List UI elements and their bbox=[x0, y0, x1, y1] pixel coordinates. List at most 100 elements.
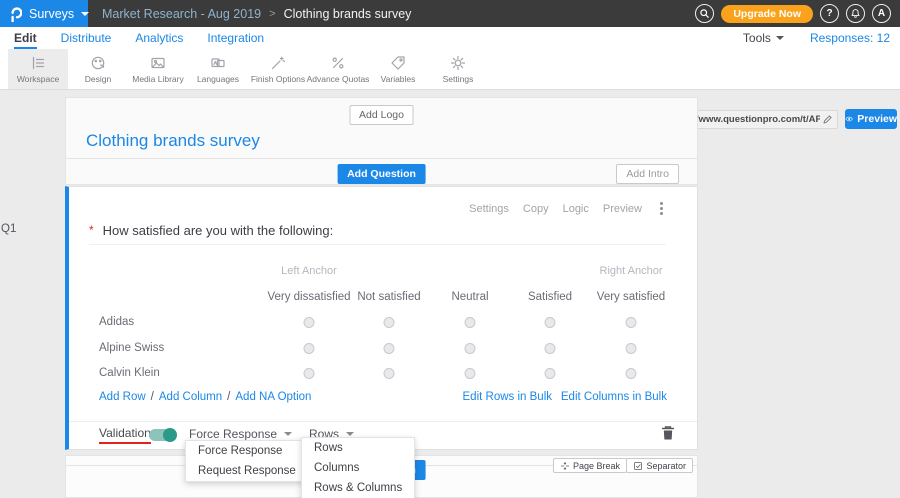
edit-rows-bulk-link[interactable]: Edit Rows in Bulk bbox=[463, 391, 552, 403]
menu-option-rows[interactable]: Rows bbox=[302, 438, 414, 458]
top-bar-actions: Upgrade Now ? A bbox=[695, 4, 900, 23]
palette-icon bbox=[89, 54, 107, 72]
page-break-icon bbox=[560, 461, 570, 471]
upgrade-now-button[interactable]: Upgrade Now bbox=[721, 5, 813, 23]
force-response-dropdown[interactable]: Force Response bbox=[189, 427, 292, 441]
breadcrumb-separator: > bbox=[269, 8, 275, 20]
radio-button[interactable] bbox=[304, 368, 315, 379]
required-asterisk: * bbox=[89, 223, 94, 237]
menu-option-rows-columns[interactable]: Rows & Columns bbox=[302, 478, 414, 498]
matrix-row-label[interactable]: Alpine Swiss bbox=[99, 342, 164, 354]
tools-dropdown[interactable]: Tools bbox=[743, 31, 784, 45]
add-column-link[interactable]: Add Column bbox=[159, 391, 222, 403]
chevron-down-icon bbox=[81, 12, 89, 20]
trash-icon bbox=[661, 425, 675, 441]
radio-button[interactable] bbox=[545, 343, 556, 354]
matrix-row-label[interactable]: Adidas bbox=[99, 316, 134, 328]
menu-option-request-response[interactable]: Request Response bbox=[186, 461, 308, 481]
question-text[interactable]: How satisfied are you with the following… bbox=[103, 223, 334, 238]
rows-validation-menu: Rows Columns Rows & Columns bbox=[301, 437, 415, 498]
radio-button[interactable] bbox=[545, 317, 556, 328]
separator-button[interactable]: Separator bbox=[626, 458, 693, 473]
image-icon bbox=[149, 54, 167, 72]
radio-button[interactable] bbox=[626, 317, 637, 328]
radio-button[interactable] bbox=[304, 343, 315, 354]
toolbar-item-settings[interactable]: Settings bbox=[428, 49, 488, 89]
top-bar: Surveys Market Research - Aug 2019 > Clo… bbox=[0, 0, 900, 27]
add-na-option-link[interactable]: Add NA Option bbox=[235, 391, 311, 403]
chevron-down-icon bbox=[284, 432, 292, 440]
validation-toggle[interactable] bbox=[149, 429, 175, 441]
more-options-icon[interactable] bbox=[656, 201, 667, 216]
product-switcher[interactable]: Surveys bbox=[0, 0, 88, 27]
bell-icon bbox=[850, 8, 861, 19]
workspace-icon bbox=[29, 54, 47, 72]
menu-item-distribute[interactable]: Distribute bbox=[61, 27, 112, 49]
menu-item-analytics[interactable]: Analytics bbox=[135, 27, 183, 49]
toolbar-item-advance-quotas[interactable]: Advance Quotas bbox=[308, 49, 368, 89]
toolbar-item-design[interactable]: Design bbox=[68, 49, 128, 89]
matrix-column-header: Satisfied bbox=[528, 291, 572, 303]
page-break-button[interactable]: Page Break bbox=[553, 458, 627, 473]
search-button[interactable] bbox=[695, 4, 714, 23]
radio-button[interactable] bbox=[465, 368, 476, 379]
left-anchor-label: Left Anchor bbox=[281, 265, 337, 277]
divider bbox=[69, 421, 697, 422]
question-card: Settings Copy Logic Preview * How satisf… bbox=[65, 186, 698, 450]
checkbox-icon bbox=[633, 461, 643, 471]
survey-title[interactable]: Clothing brands survey bbox=[86, 131, 260, 151]
add-question-button[interactable]: Add Question bbox=[337, 164, 426, 184]
add-logo-button[interactable]: Add Logo bbox=[349, 105, 414, 125]
toolbar-item-media-library[interactable]: Media Library bbox=[128, 49, 188, 89]
radio-button[interactable] bbox=[545, 368, 556, 379]
toolbar-item-variables[interactable]: Variables bbox=[368, 49, 428, 89]
matrix-row-label[interactable]: Calvin Klein bbox=[99, 367, 160, 379]
radio-button[interactable] bbox=[384, 343, 395, 354]
radio-button[interactable] bbox=[465, 317, 476, 328]
help-button[interactable]: ? bbox=[820, 4, 839, 23]
toolbar-item-finish-options[interactable]: Finish Options bbox=[248, 49, 308, 89]
matrix-column-header: Very dissatisfied bbox=[267, 291, 350, 303]
add-row-link[interactable]: Add Row bbox=[99, 391, 146, 403]
edit-pencil-icon[interactable] bbox=[822, 114, 833, 125]
delete-question-button[interactable] bbox=[661, 425, 675, 446]
menu-item-integration[interactable]: Integration bbox=[207, 27, 264, 49]
radio-button[interactable] bbox=[626, 368, 637, 379]
breadcrumb-folder[interactable]: Market Research - Aug 2019 bbox=[102, 7, 261, 21]
radio-button[interactable] bbox=[384, 368, 395, 379]
edit-columns-bulk-link[interactable]: Edit Columns in Bulk bbox=[561, 391, 667, 403]
chevron-down-icon bbox=[776, 36, 784, 44]
toolbar-item-workspace[interactable]: Workspace bbox=[8, 49, 68, 89]
editor-toolbar: Workspace Design Media Library Languages bbox=[0, 49, 900, 90]
main-menu: Edit Distribute Analytics Integration To… bbox=[0, 27, 900, 49]
menu-item-edit[interactable]: Edit bbox=[14, 27, 37, 49]
question-actions: Settings Copy Logic Preview bbox=[469, 201, 667, 216]
question-copy-link[interactable]: Copy bbox=[523, 203, 549, 215]
radio-button[interactable] bbox=[626, 343, 637, 354]
radio-button[interactable] bbox=[384, 317, 395, 328]
question-settings-link[interactable]: Settings bbox=[469, 203, 509, 215]
preview-button[interactable]: Preview bbox=[845, 109, 897, 129]
question-preview-link[interactable]: Preview bbox=[603, 203, 642, 215]
gear-icon bbox=[449, 54, 467, 72]
divider bbox=[66, 158, 697, 159]
percent-icon bbox=[329, 54, 347, 72]
responses-count-link[interactable]: Responses: 12 bbox=[810, 31, 890, 45]
add-intro-button[interactable]: Add Intro bbox=[616, 164, 679, 184]
question-logic-link[interactable]: Logic bbox=[563, 203, 589, 215]
avatar[interactable]: A bbox=[872, 4, 891, 23]
wand-icon bbox=[269, 54, 287, 72]
radio-button[interactable] bbox=[304, 317, 315, 328]
toolbar-item-languages[interactable]: Languages bbox=[188, 49, 248, 89]
product-name: Surveys bbox=[29, 7, 74, 21]
radio-button[interactable] bbox=[465, 343, 476, 354]
notifications-button[interactable] bbox=[846, 4, 865, 23]
validation-label[interactable]: Validation bbox=[99, 426, 151, 444]
menu-option-force-response[interactable]: Force Response bbox=[186, 441, 308, 461]
search-icon bbox=[699, 8, 710, 19]
breadcrumb: Market Research - Aug 2019 > Clothing br… bbox=[102, 7, 411, 21]
question-number-label: Q1 bbox=[1, 223, 16, 235]
matrix-column-header: Not satisfied bbox=[357, 291, 420, 303]
menu-option-columns[interactable]: Columns bbox=[302, 458, 414, 478]
eye-icon bbox=[845, 114, 853, 124]
